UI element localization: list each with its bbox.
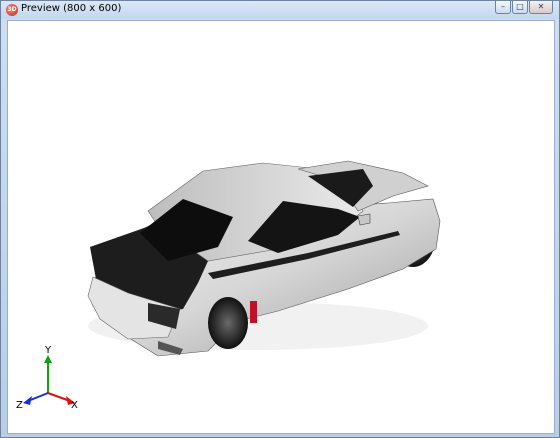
y-axis-arrow	[44, 355, 52, 363]
z-axis-arrow	[23, 396, 32, 405]
window-controls: – □ ✕	[494, 1, 553, 14]
axes-gizmo: Y X Z	[16, 345, 78, 411]
side-mirror	[357, 213, 371, 226]
x-axis-label: X	[71, 400, 78, 411]
rear-near-wheel	[208, 297, 248, 349]
viewport-canvas[interactable]: Y X Z	[8, 21, 554, 433]
y-axis-label: Y	[44, 345, 52, 356]
minimize-button[interactable]: –	[495, 1, 511, 14]
preview-window: 3D Preview (800 x 600) – □ ✕ Y X Z	[0, 0, 560, 438]
3d-app-icon[interactable]: 3D	[6, 4, 18, 16]
z-axis-label: Z	[16, 400, 23, 411]
title-bar[interactable]: 3D Preview (800 x 600) – □ ✕	[1, 1, 559, 19]
window-title: Preview (800 x 600)	[21, 3, 122, 14]
close-button[interactable]: ✕	[529, 1, 553, 14]
brake-caliper-rear	[250, 301, 257, 323]
car-model[interactable]	[87, 160, 441, 357]
3d-viewport[interactable]: Y X Z	[7, 20, 555, 434]
maximize-button[interactable]: □	[512, 1, 528, 14]
